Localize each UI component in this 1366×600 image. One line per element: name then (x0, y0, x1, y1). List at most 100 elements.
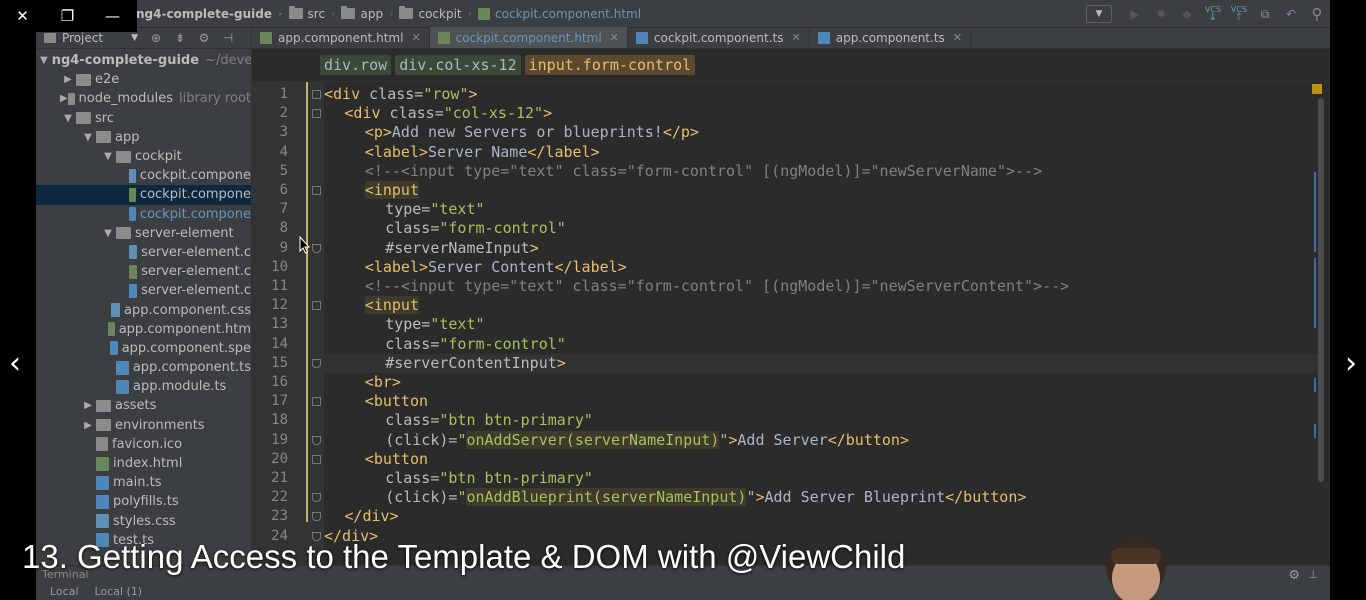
code-line[interactable]: class="btn btn-primary" (324, 469, 593, 488)
editor-tab[interactable]: app.component.html ✕ (252, 27, 430, 48)
editor-tab[interactable]: app.component.ts ✕ (810, 27, 971, 48)
code-line[interactable]: type="text" (324, 200, 484, 219)
code-editor[interactable]: 1 2 3 4 5 6 7 8 9 10 11 12 13 14 15 16 17 18 19 20 21 22 23 24 … (252, 82, 1330, 600)
code-line[interactable]: class="form-control" (324, 335, 566, 354)
code-line[interactable]: class="form-control" (324, 219, 566, 238)
fold-open-icon[interactable] (312, 186, 321, 195)
close-tab-icon[interactable]: ✕ (792, 31, 801, 44)
minimize-icon[interactable]: — (90, 0, 135, 32)
tree-node[interactable]: ▶ node_modules library root (36, 89, 251, 108)
tree-node[interactable]: cockpit.compone (36, 205, 251, 224)
search-everywhere-icon[interactable]: ⚲ (1304, 0, 1330, 28)
tree-node[interactable]: ▶ e2e (36, 70, 251, 89)
breadcrumb-item[interactable]: cockpit.component.html (478, 7, 641, 21)
close-icon[interactable]: ✕ (0, 0, 45, 32)
fold-end-icon[interactable] (312, 243, 321, 253)
run-config-dropdown[interactable]: ▼ (1086, 5, 1112, 23)
next-arrow-icon[interactable]: › (1336, 340, 1366, 386)
code-line[interactable]: #serverNameInput> (324, 239, 539, 258)
collapsed-arrow-icon[interactable]: ▶ (60, 74, 76, 85)
code-line[interactable]: <!--<input type="text" class="form-contr… (324, 277, 1069, 296)
tree-node[interactable]: polyfills.ts (36, 492, 251, 511)
tree-node[interactable]: ▼ server-element (36, 224, 251, 243)
code-line[interactable]: <label>Server Name</label> (324, 143, 600, 162)
breadcrumb-item[interactable]: cockpit › (399, 6, 472, 21)
code-line[interactable]: <br> (324, 373, 401, 392)
expanded-arrow-icon[interactable]: ▼ (40, 55, 48, 66)
terminal-tab[interactable]: Local (1) (87, 585, 151, 598)
tree-node[interactable]: ▼ src (36, 109, 251, 128)
stop-icon[interactable]: ◆ (1174, 0, 1200, 28)
fold-open-icon[interactable] (312, 301, 321, 311)
code-line[interactable]: <p>Add new Servers or blueprints!</p> (324, 123, 699, 142)
code-line[interactable]: (click)="onAddBlueprint(serverNameInput)… (324, 488, 1026, 507)
vcs-update-icon[interactable]: VCS ↓ (1200, 0, 1226, 28)
warning-indicator-icon[interactable] (1312, 84, 1322, 94)
editor-tab[interactable]: cockpit.component.html ✕ (429, 27, 628, 48)
terminal-settings-gear-icon[interactable]: ⚙ (1288, 568, 1300, 583)
tree-node[interactable]: cockpit.compone (36, 166, 251, 185)
code-line[interactable]: <!--<input type="text" class="form-contr… (324, 162, 1042, 181)
code-line[interactable]: <button (324, 392, 428, 411)
tree-node[interactable]: server-element.c (36, 243, 251, 262)
breadcrumb-item[interactable]: ng4-complete-guide › (136, 7, 283, 21)
tree-node[interactable]: main.ts (36, 473, 251, 492)
collapsed-arrow-icon[interactable]: ▶ (60, 93, 68, 104)
terminal-tab[interactable]: Local (42, 585, 87, 598)
editor-tab[interactable]: cockpit.component.ts ✕ (628, 27, 810, 48)
tree-node[interactable]: styles.css (36, 512, 251, 531)
tree-node[interactable]: index.html (36, 454, 251, 473)
code-line[interactable]: <input (324, 181, 419, 200)
fold-end-icon[interactable] (312, 512, 321, 522)
fold-end-icon[interactable] (312, 493, 321, 503)
locate-file-icon[interactable]: ⊕ (144, 31, 168, 45)
hide-panel-icon[interactable]: ⊣ (216, 31, 240, 45)
tree-node[interactable]: ▶ environments (36, 416, 251, 435)
expanded-arrow-icon[interactable]: ▼ (60, 113, 76, 124)
project-view-selector[interactable]: Project ▼ (36, 31, 144, 45)
vcs-commit-icon[interactable]: VCS ↑ (1226, 0, 1252, 28)
fold-end-icon[interactable] (312, 435, 321, 445)
close-tab-icon[interactable]: ✕ (953, 31, 962, 44)
tree-node[interactable]: app.component.htm (36, 320, 251, 339)
close-tab-icon[interactable]: ✕ (610, 31, 619, 44)
tree-node[interactable]: favicon.ico (36, 435, 251, 454)
code-line[interactable]: <input (324, 296, 419, 315)
fold-end-icon[interactable] (312, 358, 321, 368)
window-history-icon[interactable]: ⧉ (1252, 0, 1278, 28)
tag-breadcrumb-item[interactable]: input.form-control (524, 55, 696, 75)
tree-node[interactable]: app.module.ts (36, 377, 251, 396)
fold-open-icon[interactable] (312, 109, 321, 119)
breadcrumb-item[interactable]: src › (288, 6, 335, 21)
expanded-arrow-icon[interactable]: ▼ (80, 132, 96, 143)
restore-icon[interactable]: ❐ (45, 0, 90, 32)
expanded-arrow-icon[interactable]: ▼ (100, 151, 116, 162)
tree-node[interactable]: ▶ assets (36, 396, 251, 415)
tree-node[interactable]: ▼ app (36, 128, 251, 147)
tag-breadcrumb-item[interactable]: div.col-xs-12 (395, 55, 521, 75)
fold-open-icon[interactable] (312, 454, 321, 464)
terminal-hide-icon[interactable]: ⊥ (1308, 568, 1318, 581)
tree-node[interactable]: app.component.css (36, 300, 251, 319)
fold-open-icon[interactable] (312, 90, 321, 99)
code-line[interactable]: <button (324, 450, 428, 469)
previous-arrow-icon[interactable]: ‹ (0, 340, 30, 386)
tree-node[interactable]: app.component.spe (36, 339, 251, 358)
code-line[interactable]: type="text" (324, 315, 484, 334)
collapsed-arrow-icon[interactable]: ▶ (80, 400, 96, 411)
tree-node[interactable]: ▼ cockpit (36, 147, 251, 166)
debug-icon[interactable]: ✹ (1148, 0, 1174, 28)
fold-open-icon[interactable] (312, 397, 321, 407)
tag-breadcrumb-item[interactable]: div.row (320, 55, 392, 75)
code-line[interactable]: <label>Server Content</label> (324, 258, 627, 277)
editor-scrollbar[interactable] (1312, 82, 1324, 502)
code-line[interactable]: </div> (324, 507, 398, 526)
collapsed-arrow-icon[interactable]: ▶ (80, 420, 96, 431)
collapse-all-icon[interactable]: ⇟ (168, 31, 192, 45)
expanded-arrow-icon[interactable]: ▼ (100, 228, 116, 239)
tree-node[interactable]: server-element.c (36, 262, 251, 281)
tree-node[interactable]: ▼ ng4-complete-guide ~/deve (36, 51, 251, 70)
settings-gear-icon[interactable]: ⚙ (192, 31, 216, 45)
code-line[interactable]: class="btn btn-primary" (324, 411, 593, 430)
tree-node[interactable]: server-element.c (36, 281, 251, 300)
